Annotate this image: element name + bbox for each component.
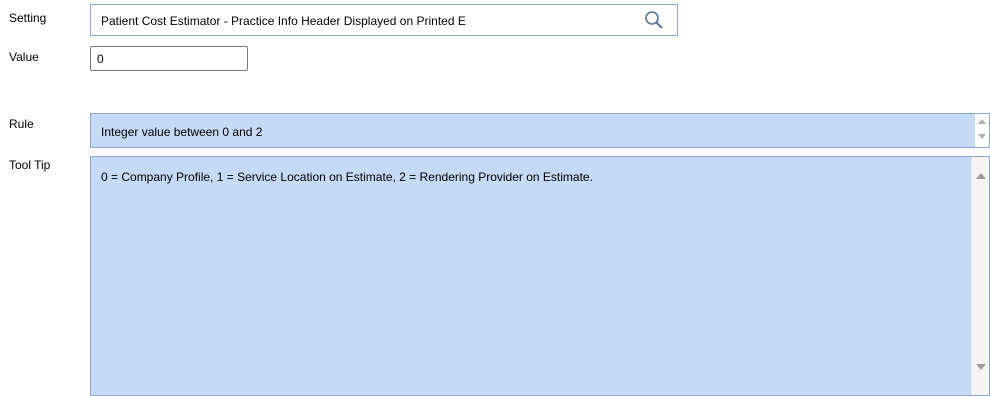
tooltip-text: 0 = Company Profile, 1 = Service Locatio… — [101, 170, 593, 184]
value-input[interactable] — [90, 46, 248, 71]
scroll-down-icon[interactable] — [978, 134, 986, 139]
value-label: Value — [9, 50, 39, 64]
setting-field[interactable]: Patient Cost Estimator - Practice Info H… — [90, 4, 678, 36]
scroll-up-icon[interactable] — [976, 173, 986, 179]
tooltip-textarea[interactable]: 0 = Company Profile, 1 = Service Locatio… — [90, 156, 990, 396]
rule-scrollbar[interactable] — [975, 114, 989, 147]
scroll-up-icon[interactable] — [978, 119, 986, 124]
setting-label: Setting — [9, 11, 47, 25]
search-icon[interactable] — [643, 9, 665, 31]
rule-textarea[interactable]: Integer value between 0 and 2 — [90, 113, 990, 148]
rule-text: Integer value between 0 and 2 — [101, 125, 263, 139]
scroll-down-icon[interactable] — [976, 364, 986, 370]
tooltip-scrollbar[interactable] — [971, 157, 989, 395]
rule-label: Rule — [9, 117, 34, 131]
setting-field-text: Patient Cost Estimator - Practice Info H… — [101, 14, 466, 28]
tooltip-label: Tool Tip — [9, 158, 51, 172]
